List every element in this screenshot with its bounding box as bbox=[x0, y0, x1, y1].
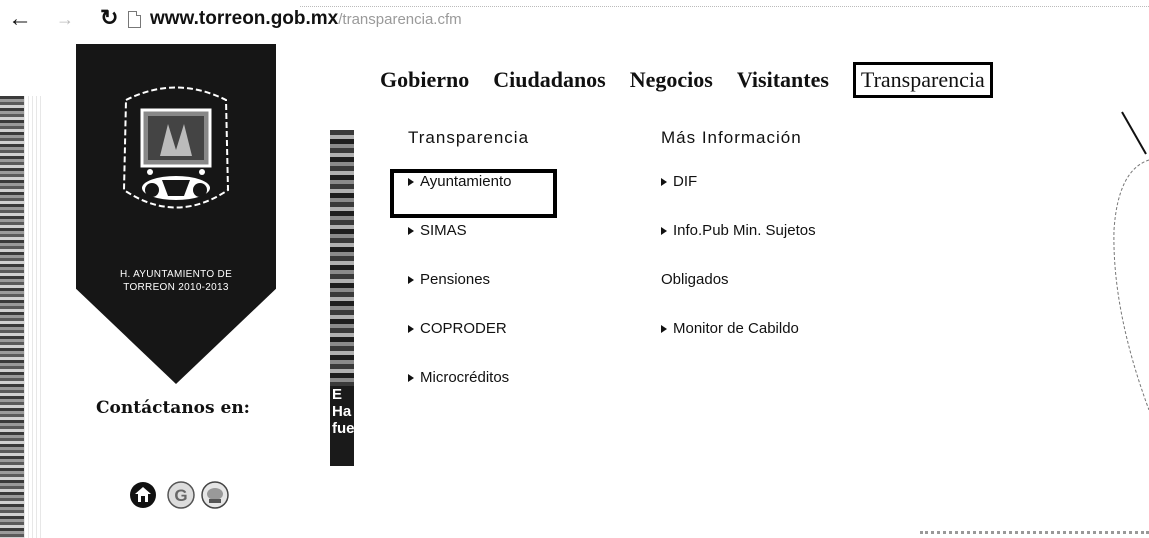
menu-item-label: Info.Pub Min. Sujetos bbox=[673, 222, 816, 239]
side-promo-line: fue bbox=[332, 420, 354, 437]
home-icon[interactable] bbox=[128, 480, 158, 510]
page-icon bbox=[128, 11, 141, 28]
url-domain: www.torreon.gob.mx bbox=[150, 8, 339, 29]
bullet-arrow-icon bbox=[408, 276, 414, 285]
browser-toolbar: ← → ↻ www.torreon.gob.mx/transparencia.c… bbox=[0, 0, 1149, 44]
url-path: /transparencia.cfm bbox=[338, 11, 462, 28]
menu-item-obligados[interactable]: Obligados bbox=[661, 268, 816, 317]
menu-item-coproder[interactable]: COPRODER bbox=[408, 317, 529, 366]
menu-item-microcreditos[interactable]: Microcréditos bbox=[408, 366, 529, 415]
main-nav: Gobierno Ciudadanos Negocios Visitantes … bbox=[380, 60, 993, 100]
nav-item-ciudadanos[interactable]: Ciudadanos bbox=[493, 65, 606, 95]
menu-item-info-pub-min-sujetos[interactable]: Info.Pub Min. Sujetos bbox=[661, 219, 816, 268]
reload-icon[interactable]: ↻ bbox=[100, 6, 122, 30]
menu-item-label: Monitor de Cabildo bbox=[673, 320, 799, 337]
bullet-arrow-icon bbox=[408, 325, 414, 334]
city-crest-logo bbox=[122, 86, 230, 209]
menu-heading: Más Información bbox=[661, 128, 802, 147]
address-bar[interactable]: www.torreon.gob.mx/transparencia.cfm bbox=[150, 7, 462, 31]
menu-item-label: DIF bbox=[673, 173, 698, 190]
bullet-arrow-icon bbox=[661, 325, 667, 334]
decorative-curve bbox=[1113, 111, 1149, 410]
menu-item-label: COPRODER bbox=[420, 320, 507, 337]
menu-item-label: SIMAS bbox=[420, 222, 467, 239]
banner-caption-line2: TORREON 2010-2013 bbox=[123, 282, 229, 293]
page: ← → ↻ www.torreon.gob.mx/transparencia.c… bbox=[0, 0, 1149, 538]
banner-caption: H. AYUNTAMIENTO DE TORREON 2010-2013 bbox=[96, 268, 256, 294]
bullet-arrow-icon bbox=[661, 178, 667, 187]
menu-item-label: Pensiones bbox=[420, 271, 491, 288]
menu-item-simas[interactable]: SIMAS bbox=[408, 219, 529, 268]
side-promo-line: E bbox=[332, 386, 343, 403]
svg-text:G: G bbox=[174, 486, 187, 505]
nav-item-transparencia[interactable]: Transparencia bbox=[852, 62, 993, 98]
nav-item-negocios[interactable]: Negocios bbox=[630, 65, 713, 95]
back-arrow-icon[interactable]: ← bbox=[8, 7, 32, 31]
menu-item-label: Microcréditos bbox=[420, 369, 510, 386]
side-promo-text: E Ha fue bbox=[330, 386, 354, 466]
ayuntamiento-highlight-box bbox=[390, 169, 557, 218]
social-icon[interactable] bbox=[200, 480, 230, 510]
menu-column-mas-informacion: Más Información DIF Info.Pub Min. Sujeto… bbox=[661, 128, 816, 366]
menu-item-monitor-de-cabildo[interactable]: Monitor de Cabildo bbox=[661, 317, 816, 366]
bottom-divider bbox=[920, 531, 1149, 534]
menu-item-dif[interactable]: DIF bbox=[661, 170, 816, 219]
contact-label: Contáctanos en: bbox=[96, 398, 250, 418]
left-side-image bbox=[0, 96, 44, 538]
bullet-arrow-icon bbox=[661, 227, 667, 236]
side-promo-line: Ha bbox=[332, 403, 352, 420]
nav-item-visitantes[interactable]: Visitantes bbox=[737, 65, 829, 95]
banner-caption-line1: H. AYUNTAMIENTO DE bbox=[119, 269, 233, 280]
menu-heading: Transparencia bbox=[408, 128, 530, 147]
side-promo-image[interactable]: E Ha fue bbox=[330, 130, 354, 466]
google-icon[interactable]: G bbox=[166, 480, 196, 510]
bullet-arrow-icon bbox=[408, 374, 414, 383]
forward-arrow-icon[interactable]: → bbox=[56, 9, 78, 29]
nav-item-gobierno[interactable]: Gobierno bbox=[380, 65, 469, 95]
menu-item-pensiones[interactable]: Pensiones bbox=[408, 268, 529, 317]
menu-item-label: Obligados bbox=[661, 271, 729, 288]
bullet-arrow-icon bbox=[408, 227, 414, 236]
